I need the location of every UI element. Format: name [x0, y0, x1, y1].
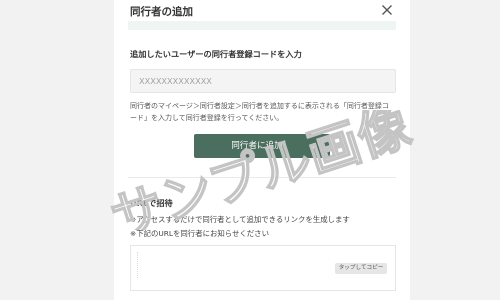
- invite-url-box: タップしてコピー: [130, 245, 396, 291]
- url-note-generate: ※アクセスするだけで同行者として追加できるリンクを生成します: [130, 215, 350, 224]
- invite-url-text: [137, 252, 140, 278]
- section-divider: [128, 177, 396, 178]
- url-section-label: URLで招待: [130, 198, 173, 208]
- modal-title: 同行者の追加: [130, 6, 193, 18]
- add-companion-modal: 同行者の追加 追加したいユーザーの同行者登録コードを入力 同行者のマイページ＞同…: [114, 0, 410, 300]
- copy-url-button[interactable]: タップしてコピー: [335, 263, 387, 274]
- code-section-label: 追加したいユーザーの同行者登録コードを入力: [130, 49, 302, 59]
- arrow-right-icon: [313, 143, 317, 149]
- add-companion-button-label: 同行者に追加: [231, 141, 283, 151]
- screen: 同行者の追加 追加したいユーザーの同行者登録コードを入力 同行者のマイページ＞同…: [0, 0, 500, 300]
- code-help-text: 同行者のマイページ＞同行者設定＞同行者を追加するに表示される「同行者登録コード」…: [130, 102, 389, 122]
- registration-code-input[interactable]: [130, 69, 396, 93]
- add-companion-button[interactable]: 同行者に追加: [194, 134, 330, 158]
- header-band: [128, 21, 396, 30]
- close-icon: [382, 5, 392, 15]
- close-button[interactable]: [378, 1, 396, 19]
- url-note-share: ※下記のURLを同行者にお知らせください: [130, 229, 269, 238]
